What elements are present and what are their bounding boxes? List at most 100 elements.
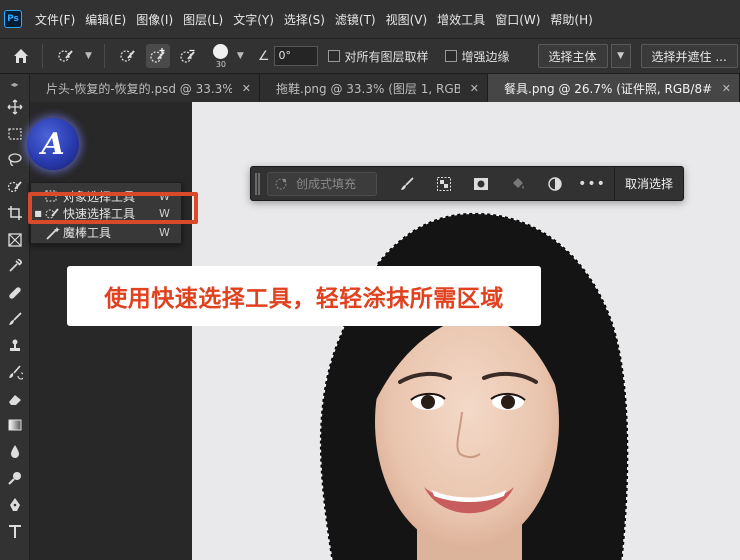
- menu-type[interactable]: 文字(Y): [228, 11, 279, 28]
- enhance-edge-checkbox[interactable]: [444, 50, 457, 62]
- drop-icon: [11, 444, 19, 458]
- brush-icon: [9, 312, 22, 326]
- move-tool[interactable]: [0, 94, 30, 121]
- chevron-down-icon[interactable]: ▼: [237, 51, 244, 61]
- menu-select[interactable]: 选择(S): [279, 11, 330, 28]
- clone-stamp-tool[interactable]: [0, 333, 30, 360]
- select-subject-dropdown[interactable]: ▼: [610, 44, 631, 68]
- close-icon[interactable]: ✕: [470, 82, 479, 95]
- frame-icon: [8, 233, 22, 247]
- options-divider: [103, 44, 105, 68]
- healing-brush-tool[interactable]: [0, 280, 30, 307]
- tab-document-1[interactable]: 片头-恢复的-恢复的.psd @ 33.3%(R... ✕: [30, 74, 260, 102]
- brush-selection-icon: [401, 176, 414, 190]
- fill-selection-button[interactable]: [508, 174, 528, 194]
- adjustment-icon: [548, 176, 562, 191]
- pen-icon: [10, 497, 20, 511]
- quick-selection-icon: [7, 181, 22, 192]
- menu-bar: Ps 文件(F) 编辑(E) 图像(I) 图层(L) 文字(Y) 选择(S) 滤…: [0, 0, 740, 38]
- add-to-selection-button[interactable]: [145, 44, 170, 68]
- more-options-button[interactable]: •••: [578, 174, 605, 194]
- subtract-selection-icon: [180, 49, 195, 63]
- invert-selection-icon: [437, 176, 451, 191]
- menu-window[interactable]: 窗口(W): [490, 11, 545, 28]
- marquee-tool[interactable]: [0, 121, 30, 148]
- menu-help[interactable]: 帮助(H): [545, 11, 597, 28]
- quick-selection-tool[interactable]: [0, 174, 30, 201]
- frame-tool[interactable]: [0, 227, 30, 254]
- more-icon: •••: [578, 175, 606, 192]
- tutorial-caption: 使用快速选择工具，轻轻涂抹所需区域: [67, 266, 541, 326]
- gradient-tool[interactable]: [0, 412, 30, 439]
- create-mask-button[interactable]: [471, 174, 491, 194]
- add-to-selection-icon: [150, 48, 165, 63]
- mask-icon: [474, 177, 488, 190]
- drag-handle-icon[interactable]: [255, 172, 260, 195]
- lasso-icon: [8, 153, 22, 167]
- subtract-from-selection-button[interactable]: [176, 44, 200, 68]
- adjustment-layer-button[interactable]: [545, 174, 565, 194]
- contextual-task-bar: 创成式填充 ••• 取消选择: [250, 166, 684, 201]
- move-icon: [7, 99, 23, 115]
- lasso-tool[interactable]: [0, 147, 30, 174]
- gradient-icon: [8, 419, 22, 431]
- history-brush-tool[interactable]: [0, 359, 30, 386]
- paint-bucket-icon: [513, 177, 524, 189]
- crop-tool[interactable]: [0, 200, 30, 227]
- new-selection-button[interactable]: [116, 44, 140, 68]
- tab-title: 片头-恢复的-恢复的.psd @ 33.3%(R...: [46, 81, 232, 96]
- menu-edit[interactable]: 编辑(E): [80, 11, 131, 28]
- chevron-down-icon[interactable]: ▼: [85, 51, 92, 61]
- eraser-tool[interactable]: [0, 386, 30, 413]
- menu-image[interactable]: 图像(I): [131, 11, 178, 28]
- flyout-item-magic-wand[interactable]: 魔棒工具 W: [31, 223, 181, 242]
- generative-fill-label: 创成式填充: [296, 177, 357, 191]
- flyout-item-label: 魔棒工具: [63, 226, 112, 240]
- brush-tool[interactable]: [0, 306, 30, 333]
- menu-plugins[interactable]: 增效工具: [432, 11, 490, 28]
- blur-tool[interactable]: [0, 439, 30, 466]
- menu-view[interactable]: 视图(V): [381, 11, 433, 28]
- modify-selection-button[interactable]: [397, 174, 417, 194]
- highlight-annotation-box: [28, 192, 198, 224]
- stamp-icon: [10, 339, 20, 351]
- collapse-toolbar-icon[interactable]: ◂▸: [0, 74, 29, 94]
- home-button[interactable]: [8, 43, 34, 69]
- menu-layer[interactable]: 图层(L): [178, 11, 228, 28]
- invert-selection-button[interactable]: [434, 174, 454, 194]
- pen-tool[interactable]: [0, 492, 30, 519]
- caption-text: 使用快速选择工具，轻轻涂抹所需区域: [104, 286, 504, 312]
- sample-all-layers-checkbox[interactable]: [327, 50, 340, 62]
- tools-panel: ◂▸: [0, 74, 30, 560]
- brush-size-picker[interactable]: 30: [209, 43, 233, 69]
- logo-letter: A: [41, 126, 65, 162]
- deselect-button[interactable]: 取消选择: [615, 175, 683, 192]
- menu-file[interactable]: 文件(F): [30, 11, 80, 28]
- select-and-mask-button[interactable]: 选择并遮住 ...: [640, 44, 738, 68]
- enhance-edge-label: 增强边缘: [461, 49, 510, 64]
- generative-fill-button[interactable]: 创成式填充: [267, 171, 377, 196]
- type-tool[interactable]: [0, 518, 30, 545]
- photoshop-window: Ps 文件(F) 编辑(E) 图像(I) 图层(L) 文字(Y) 选择(S) 滤…: [0, 0, 740, 560]
- new-selection-icon: [120, 50, 135, 62]
- close-icon[interactable]: ✕: [242, 82, 251, 95]
- history-brush-icon: [9, 365, 23, 380]
- select-subject-button[interactable]: 选择主体: [537, 44, 608, 68]
- options-bar: ▼ 30 ▼ ∠ 0° 对所有图层取样 增强边缘 选择主体 ▼ 选择并遮住 ..…: [0, 38, 740, 74]
- watermark-logo: A: [27, 118, 79, 170]
- eyedropper-icon: [9, 259, 22, 272]
- chevron-down-icon: ▼: [617, 51, 624, 61]
- angle-input[interactable]: 0°: [273, 46, 318, 66]
- menu-filter[interactable]: 滤镜(T): [330, 11, 381, 28]
- angle-icon: ∠: [257, 48, 270, 64]
- tab-document-2[interactable]: 拖鞋.png @ 33.3% (图层 1, RGB/8... ✕: [260, 74, 488, 102]
- magic-wand-icon: [45, 226, 63, 240]
- generative-fill-icon: [275, 178, 287, 189]
- flyout-shortcut: W: [159, 226, 170, 239]
- tab-document-3[interactable]: 餐具.png @ 26.7% (证件照, RGB/8#) * ✕: [488, 74, 740, 102]
- tool-preset-picker[interactable]: [54, 44, 78, 68]
- close-icon[interactable]: ✕: [722, 82, 731, 95]
- dodge-tool[interactable]: [0, 465, 30, 492]
- brush-size-value: 30: [215, 59, 227, 69]
- eyedropper-tool[interactable]: [0, 253, 30, 280]
